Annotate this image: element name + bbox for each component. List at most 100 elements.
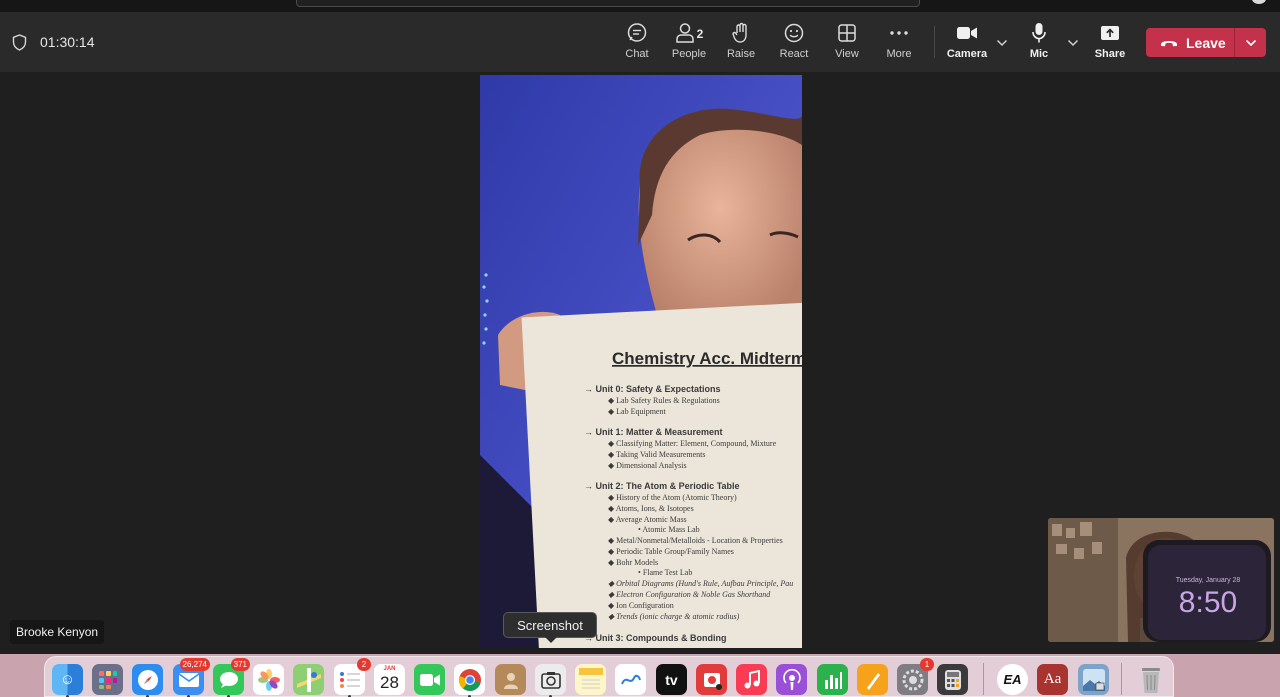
mail-icon[interactable]: 26,274 [173, 658, 210, 695]
finder-icon[interactable]: ☺ [52, 664, 83, 695]
calendar-icon[interactable]: JAN 28 [374, 664, 405, 695]
ea-app-icon[interactable]: EA [997, 664, 1028, 695]
meeting-duration: 01:30:14 [40, 34, 95, 50]
unit-item: ◆ Taking Valid Measurements [608, 450, 706, 459]
screenshot-tooltip: Screenshot [503, 612, 597, 643]
people-icon [675, 23, 694, 43]
unit-item: ◆ Trends (ionic charge & atomic radius) [608, 612, 740, 621]
notes-icon[interactable] [575, 664, 606, 695]
people-button[interactable]: 2 People [663, 21, 715, 65]
podcasts-icon[interactable] [776, 664, 807, 695]
pages-icon[interactable] [857, 664, 888, 695]
unit-item: ◆ Average Atomic Mass [608, 515, 687, 524]
chat-button[interactable]: Chat [611, 21, 663, 65]
leave-button[interactable]: Leave [1146, 28, 1234, 57]
react-label: React [779, 48, 809, 60]
system-top-strip [0, 0, 1280, 12]
facetime-icon[interactable] [414, 664, 445, 695]
chrome-icon[interactable] [454, 664, 485, 695]
camera-button[interactable]: Camera [941, 21, 993, 65]
numbers-icon[interactable] [817, 664, 848, 695]
document-title: Chemistry Acc. Midterm Un [612, 349, 802, 368]
leave-label: Leave [1186, 34, 1226, 51]
mic-button[interactable]: Mic [1013, 21, 1065, 65]
safari-icon[interactable] [132, 664, 163, 695]
meeting-timer: 01:30:14 [12, 12, 95, 72]
music-icon[interactable] [736, 664, 767, 695]
camera-label: Camera [946, 48, 988, 60]
calendar-month: JAN [383, 666, 396, 672]
chevron-down-icon [1245, 39, 1256, 46]
phone-date: Tuesday, January 28 [1176, 577, 1241, 584]
unit-heading: → Unit 3: Compounds & Bonding [584, 633, 727, 643]
more-button[interactable]: More [873, 21, 925, 65]
messages-icon[interactable]: 371 [213, 658, 250, 695]
unit-heading: → Unit 0: Safety & Expectations [584, 384, 721, 394]
shield-icon [12, 33, 27, 51]
screenshot-app-icon[interactable] [535, 664, 566, 695]
phone-hangup-icon [1161, 40, 1177, 46]
unit-item: ◆ Electron Configuration & Noble Gas Sho… [608, 590, 771, 599]
people-count: 2 [696, 27, 704, 41]
trash-icon[interactable] [1135, 664, 1166, 695]
smiley-icon [784, 23, 804, 43]
apple-tv-label: tv [665, 671, 678, 688]
reminders-icon[interactable]: 2 [334, 658, 371, 695]
mail-badge: 26,274 [179, 658, 210, 671]
meeting-toolbar: 01:30:14 Chat 2 People Raise React View … [0, 12, 1280, 72]
maps-icon[interactable] [293, 664, 324, 695]
camera-options-dropdown[interactable] [994, 36, 1010, 50]
self-view-illustration: Tuesday, January 28 8:50 [1048, 518, 1274, 642]
reminders-badge: 2 [357, 658, 371, 671]
unit-item: ◆ Dimensional Analysis [608, 461, 687, 470]
unit-item: ◆ Lab Safety Rules & Regulations [608, 396, 720, 405]
photos-icon[interactable] [253, 664, 284, 695]
launchpad-icon[interactable] [92, 664, 123, 695]
top-search-bar[interactable] [296, 0, 920, 7]
raise-label: Raise [726, 48, 756, 60]
unit-item: ◆ Atoms, Ions, & Isotopes [608, 504, 694, 513]
leave-button-group: Leave [1146, 28, 1266, 57]
view-button[interactable]: View [821, 21, 873, 65]
raise-hand-button[interactable]: Raise [715, 21, 767, 65]
apple-tv-icon[interactable]: tv [656, 664, 687, 695]
video-frame-illustration: Chemistry Acc. Midterm Un → Unit 0: Safe… [480, 75, 802, 648]
photo-booth-icon[interactable] [696, 664, 727, 695]
leave-options-dropdown[interactable] [1235, 28, 1266, 57]
react-button[interactable]: React [768, 21, 820, 65]
more-label: More [886, 48, 912, 60]
dock-separator [1121, 663, 1122, 695]
preview-icon[interactable] [1078, 664, 1109, 695]
more-dots-icon [890, 31, 908, 35]
chevron-down-icon [996, 39, 1008, 47]
microphone-icon [1032, 23, 1046, 43]
share-screen-icon [1101, 26, 1119, 40]
contacts-icon[interactable] [495, 664, 526, 695]
share-label: Share [1094, 48, 1126, 60]
view-label: View [835, 48, 859, 60]
toolbar-divider [934, 26, 935, 58]
video-camera-icon [957, 27, 977, 39]
meeting-stage: Chemistry Acc. Midterm Un → Unit 0: Safe… [0, 72, 1280, 654]
grid-view-icon [838, 24, 856, 42]
messages-badge: 371 [230, 658, 250, 671]
dictionary-label: Aa [1043, 671, 1062, 687]
unit-item: ◆ Orbital Diagrams (Hund's Rule, Aufbau … [608, 579, 793, 588]
freeform-icon[interactable] [615, 664, 646, 695]
share-button[interactable]: Share [1084, 21, 1136, 65]
chat-label: Chat [625, 48, 649, 60]
dictionary-icon[interactable]: Aa [1037, 664, 1068, 695]
chevron-down-icon [1067, 39, 1079, 47]
chat-icon [627, 23, 647, 42]
people-label: People [671, 48, 707, 60]
unit-item: ◆ Ion Configuration [608, 601, 674, 610]
calculator-icon[interactable] [937, 664, 968, 695]
unit-item: ◆ Classifying Matter: Element, Compound,… [608, 439, 777, 448]
macos-dock: ☺ 26,274 371 2 JAN 28 tv 1 EA Aa [44, 656, 1174, 697]
ea-label: EA [1003, 672, 1022, 687]
self-view-video[interactable]: Tuesday, January 28 8:50 [1048, 518, 1274, 642]
participant-name-tag: Brooke Kenyon [10, 620, 105, 644]
system-settings-icon[interactable]: 1 [897, 658, 934, 695]
unit-item: ◆ Bohr Models [608, 558, 658, 567]
mic-options-dropdown[interactable] [1065, 36, 1081, 50]
